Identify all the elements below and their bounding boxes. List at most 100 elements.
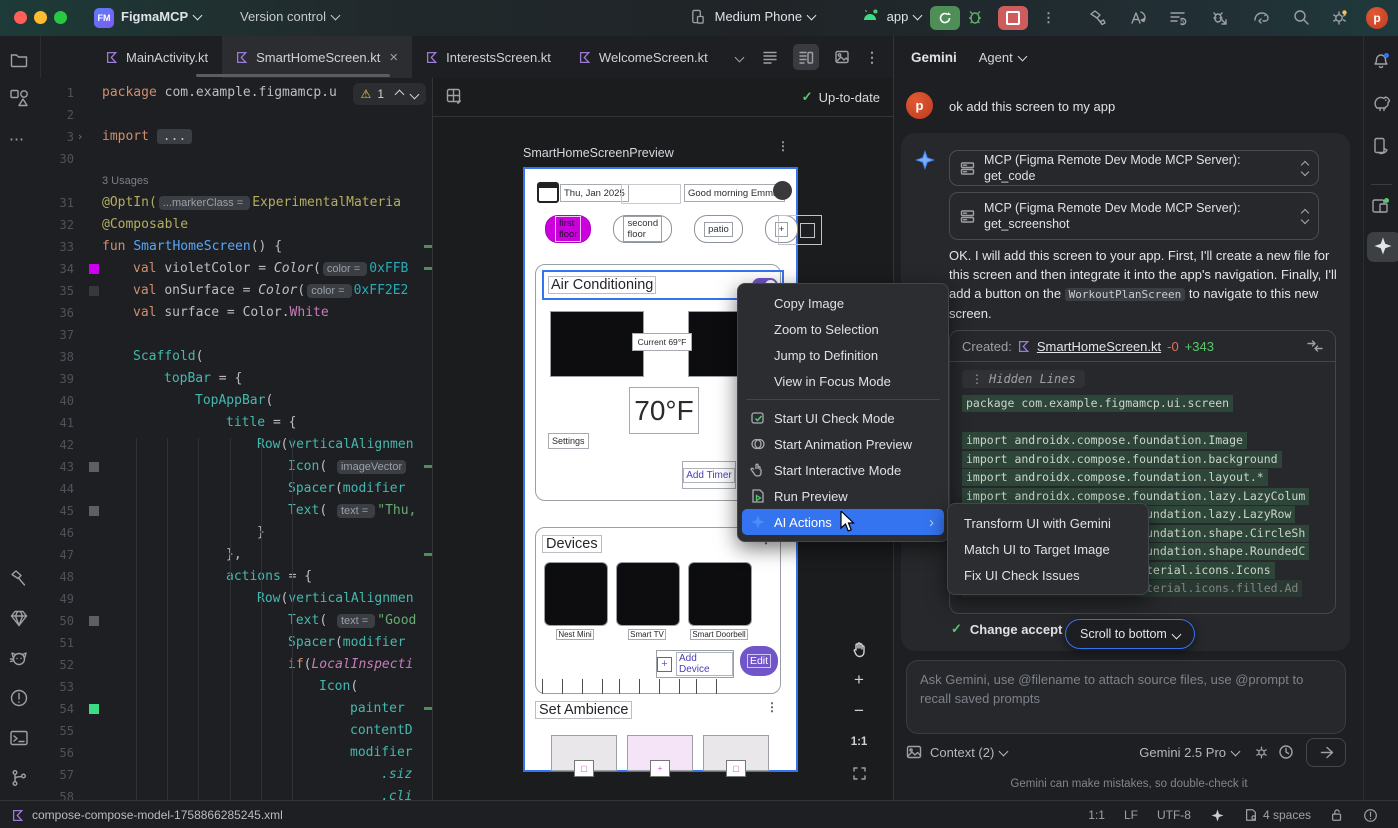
caret-position[interactable]: 1:1 (1088, 808, 1105, 822)
design-view-button[interactable] (829, 44, 855, 70)
device-card-smart-doorbell[interactable]: Smart Doorbell (688, 562, 750, 640)
logcat-button[interactable]: 5 (1168, 8, 1187, 27)
device-manager-button[interactable] (1371, 136, 1393, 158)
problems-tool-button[interactable] (9, 688, 31, 710)
menu-item-start-animation-preview[interactable]: Start Animation Preview (742, 431, 944, 457)
stop-button[interactable] (998, 6, 1028, 30)
device-selector[interactable]: Medium Phone (690, 9, 815, 24)
gradle-button[interactable] (1371, 94, 1393, 116)
status-file[interactable]: compose-compose-model-1758866285245.xml (12, 808, 283, 822)
logcat-tool-button[interactable] (9, 648, 31, 670)
more-tool-windows-button[interactable]: ⋯ (9, 130, 31, 152)
run-more-actions[interactable]: ⋮ (1042, 10, 1055, 26)
room-chip-first-floor[interactable]: first floor (545, 215, 591, 243)
menu-item-view-in-focus-mode[interactable]: View in Focus Mode (742, 368, 944, 394)
window-minimize-button[interactable] (34, 11, 47, 24)
zoom-fit-button[interactable] (847, 762, 871, 784)
user-avatar[interactable]: p (1366, 7, 1388, 29)
notifications-button[interactable] (1371, 52, 1393, 74)
code-view-button[interactable] (757, 44, 783, 70)
expand-icon[interactable] (1302, 210, 1308, 223)
submenu-item-transform-ui-with-gemini[interactable]: Transform UI with Gemini (952, 510, 1144, 536)
gemini-tool-button[interactable] (1367, 232, 1398, 262)
hidden-tabs-chevron[interactable] (734, 52, 744, 62)
lock-widget[interactable] (1330, 808, 1344, 822)
notifications-widget[interactable] (1363, 808, 1378, 823)
build-tool-button[interactable] (9, 568, 31, 590)
gemini-mode-selector[interactable]: Agent (979, 50, 1026, 65)
next-problem-icon[interactable] (410, 89, 420, 99)
add-device-button[interactable]: + Add Device (656, 650, 734, 678)
pan-button[interactable] (847, 638, 871, 660)
search-everywhere-button[interactable] (1292, 8, 1310, 26)
edit-devices-button[interactable]: Edit (740, 646, 778, 676)
inspection-widget[interactable]: ⚠1 (353, 83, 426, 105)
ac-settings-label[interactable]: Settings (548, 433, 589, 449)
tab-mainactivity-kt[interactable]: MainActivity.kt (92, 36, 222, 78)
zoom-in-button[interactable]: + (847, 669, 871, 691)
build-button[interactable] (1088, 8, 1107, 27)
fold-icon[interactable]: › (74, 126, 86, 148)
zoom-reset-button[interactable]: 1:1 (847, 731, 871, 753)
project-menu[interactable]: FigmaMCP (121, 9, 201, 24)
indent-widget[interactable]: 4 spaces (1244, 808, 1311, 822)
split-view-button[interactable] (793, 44, 819, 70)
line-ending[interactable]: LF (1124, 808, 1138, 822)
encoding[interactable]: UTF-8 (1157, 808, 1191, 822)
settings-button[interactable] (1330, 8, 1349, 27)
profiler-button[interactable] (1128, 8, 1147, 27)
running-devices-button[interactable] (1371, 196, 1393, 218)
zoom-out-button[interactable]: − (847, 700, 871, 722)
git-tool-button[interactable] (9, 768, 31, 790)
tab-welcomescreen-kt[interactable]: WelcomeScreen.kt (565, 36, 722, 78)
submenu-item-fix-ui-check-issues[interactable]: Fix UI Check Issues (952, 562, 1144, 588)
ambience-swatch[interactable]: ▢ (551, 735, 617, 771)
menu-item-jump-to-definition[interactable]: Jump to Definition (742, 342, 944, 368)
rerun-button[interactable] (930, 6, 960, 30)
menu-item-start-interactive-mode[interactable]: Start Interactive Mode (742, 457, 944, 483)
device-mirror-button[interactable] (1252, 8, 1271, 27)
run-config-selector[interactable]: app (862, 9, 921, 24)
gemini-input[interactable] (906, 660, 1346, 734)
history-icon[interactable] (1278, 744, 1294, 760)
send-button[interactable] (1306, 738, 1346, 767)
device-card-smart-tv[interactable]: Smart TV (616, 562, 678, 640)
preview-options-button[interactable]: ⋮ (777, 144, 789, 148)
open-diff-icon[interactable] (1307, 339, 1323, 353)
tab-strip-scrollbar[interactable] (196, 74, 390, 77)
terminal-tool-button[interactable] (9, 728, 31, 750)
resource-manager-button[interactable] (9, 88, 31, 110)
preview-title[interactable]: SmartHomeScreenPreview (523, 146, 674, 160)
debug-button[interactable] (966, 8, 984, 26)
hidden-lines-chip[interactable]: ⋮Hidden Lines (962, 370, 1085, 388)
selection-handle[interactable] (778, 215, 822, 245)
scroll-to-bottom-button[interactable]: Scroll to bottom (1065, 619, 1195, 649)
menu-item-run-preview[interactable]: Run Preview (742, 483, 944, 509)
device-card-nest-mini[interactable]: Nest Mini (544, 562, 606, 640)
room-chip-patio[interactable]: patio (694, 215, 743, 243)
ai-status-icon[interactable] (1210, 808, 1225, 823)
expand-icon[interactable] (1302, 162, 1308, 175)
context-dropdown[interactable]: Context (2) (930, 745, 1007, 760)
room-chip-second-floor[interactable]: second floor (613, 215, 672, 243)
tab-smarthomescreen-kt[interactable]: SmartHomeScreen.kt× (222, 36, 412, 78)
attach-debugger-button[interactable] (1210, 8, 1229, 27)
model-selector[interactable]: Gemini 2.5 Pro (1139, 745, 1239, 760)
add-timer-button[interactable]: Add Timer (682, 461, 736, 489)
ambience-swatch[interactable]: ▢ (703, 735, 769, 771)
tool-call-get-screenshot[interactable]: MCP (Figma Remote Dev Mode MCP Server): … (949, 192, 1319, 240)
menu-item-copy-image[interactable]: Copy Image (742, 290, 944, 316)
ambience-options-icon[interactable]: ⋮ (766, 705, 778, 709)
prev-problem-icon[interactable] (395, 89, 405, 99)
editor-options-button[interactable]: ⋮ (865, 55, 879, 59)
tab-close-icon[interactable]: × (389, 49, 398, 66)
created-file-link[interactable]: SmartHomeScreen.kt (1037, 339, 1161, 354)
menu-item-zoom-to-selection[interactable]: Zoom to Selection (742, 316, 944, 342)
tool-call-get-code[interactable]: MCP (Figma Remote Dev Mode MCP Server): … (949, 150, 1319, 186)
project-tool-button[interactable] (9, 50, 31, 72)
app-quality-insights-button[interactable] (9, 608, 31, 630)
preview-layout-button[interactable] (445, 87, 463, 105)
menu-item-start-ui-check-mode[interactable]: Start UI Check Mode (742, 405, 944, 431)
tab-interestsscreen-kt[interactable]: InterestsScreen.kt (412, 36, 565, 78)
attach-image-icon[interactable] (906, 744, 922, 760)
